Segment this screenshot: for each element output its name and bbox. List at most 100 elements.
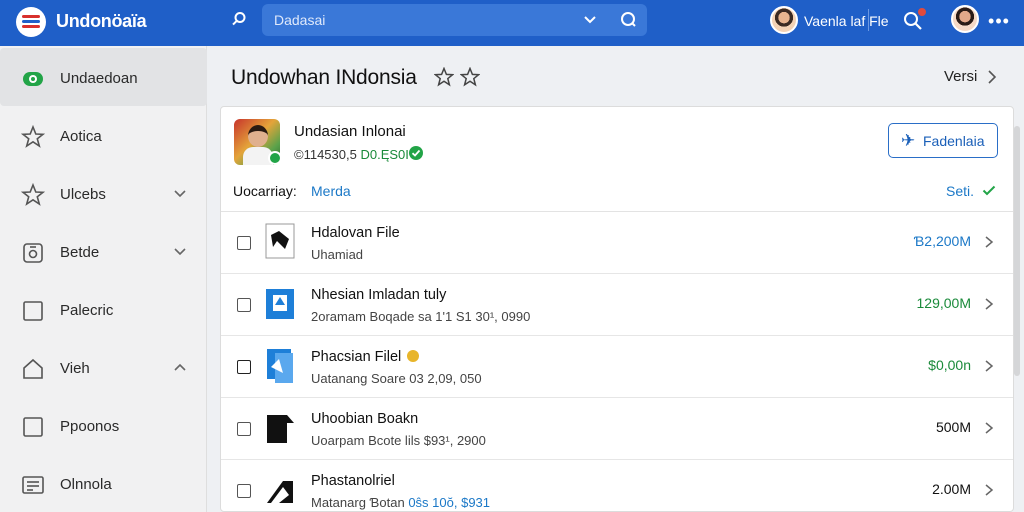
app-meta-prefix: ©114530,5 — [294, 147, 357, 162]
sidebar-item-palecric[interactable]: Palecric — [0, 280, 207, 338]
chevron-up-icon[interactable] — [172, 360, 188, 376]
sidebar-item-label: Vieh — [60, 360, 90, 377]
user-name[interactable]: Vaenla laf Fle — [804, 13, 889, 29]
file-subtitle-text: Matanarg Ɓotan — [311, 495, 405, 510]
page-title: Undowhan INdonsia — [231, 66, 417, 89]
file-row[interactable]: Phastanolriel Matanarg Ɓotan 0ŝs 10ŏ, $9… — [221, 460, 1013, 511]
star-icon — [21, 183, 45, 206]
chevron-right-icon[interactable] — [985, 68, 999, 86]
file-blue-icon — [266, 289, 294, 319]
plus-icon: ✈ — [901, 131, 916, 150]
file-title: Phacsian Filel — [311, 349, 420, 365]
file-subtitle: Matanarg Ɓotan 0ŝs 10ŏ, $931 — [311, 495, 490, 510]
file-size: Ɓ2,200M — [913, 233, 971, 249]
row-checkbox[interactable] — [237, 298, 251, 312]
file-blue-icon — [267, 349, 293, 383]
file-subtitle: Uoarpam Bcote lils $93¹, 2900 — [311, 433, 486, 448]
search-box[interactable] — [262, 4, 869, 36]
sidebar-item-betde[interactable]: Betde — [0, 222, 207, 280]
file-size: $0,00n — [928, 357, 971, 373]
file-black-icon — [265, 223, 295, 259]
sidebar-item-ppoonos[interactable]: Ppoonos — [0, 396, 207, 454]
file-row[interactable]: Hdalovan File Uhamiad Ɓ2,200M — [221, 212, 1013, 274]
chevron-down-icon[interactable] — [172, 186, 188, 202]
file-subtitle: Uatanang Soare 03 2,09, 050 — [311, 371, 482, 386]
app-card: Undasian Inlonai ©114530,5 D0.ĘS0I ✈ Fad… — [220, 106, 1014, 512]
chevron-right-icon[interactable] — [983, 420, 995, 436]
chevron-down-icon[interactable] — [580, 10, 600, 30]
star-icon — [21, 125, 45, 148]
app-meta-value: D0.ĘS0I — [360, 147, 409, 162]
file-row[interactable]: Uhoobian Boakn Uoarpam Bcote lils $93¹, … — [221, 398, 1013, 460]
top-bar: Undonöaïa Vaenla laf Fle ••• — [0, 0, 1024, 46]
sidebar-item-label: Aotica — [60, 128, 102, 145]
version-link[interactable]: Versi — [944, 68, 977, 85]
sidebar-item-label: Ppoonos — [60, 418, 120, 435]
sidebar-item-ulcebs[interactable]: Ulcebs — [0, 164, 207, 222]
sidebar-item-label: Betde — [60, 244, 100, 261]
sidebar-item-vieh[interactable]: Vieh — [0, 338, 207, 396]
row-checkbox[interactable] — [237, 484, 251, 498]
file-title: Phastanolriel — [311, 473, 395, 489]
square-icon — [23, 417, 43, 437]
check-icon[interactable] — [981, 182, 997, 198]
file-size: 129,00M — [916, 295, 971, 311]
file-subtitle: 2oramam Boqade sa 1'1 S1 30¹, 0990 — [311, 309, 531, 324]
category-label: Uocarriay: — [233, 183, 297, 199]
favorite-label: Fadenlaia — [923, 133, 985, 149]
file-subtitle: Uhamiad — [311, 247, 364, 262]
sidebar-item-label: Ulcebs — [60, 186, 106, 203]
more-icon[interactable]: ••• — [988, 10, 1010, 32]
chevron-right-icon[interactable] — [983, 482, 995, 498]
file-title: Nhesian Imladan tuly — [311, 287, 447, 303]
profile-avatar[interactable] — [951, 5, 979, 33]
square-icon — [23, 301, 43, 321]
sidebar-item-label: Palecric — [60, 302, 114, 319]
list-icon — [22, 476, 44, 494]
check-circle-icon — [409, 146, 423, 160]
app-badge-icon — [23, 72, 43, 86]
category-link[interactable]: Merda — [311, 183, 351, 199]
sidebar-item-aotica[interactable]: Aotica — [0, 106, 207, 164]
chevron-right-icon[interactable] — [983, 296, 995, 312]
row-checkbox[interactable] — [237, 422, 251, 436]
avatar[interactable] — [770, 6, 798, 34]
file-title-text: Phacsian Filel — [311, 349, 402, 365]
chevron-right-icon[interactable] — [983, 358, 995, 374]
file-size: 500M — [935, 419, 971, 435]
notification-badge — [916, 6, 928, 18]
verified-badge — [268, 151, 282, 165]
row-checkbox[interactable] — [237, 236, 251, 250]
coin-icon — [407, 350, 420, 362]
sidebar-item-label: Olnnola — [60, 476, 112, 493]
scrollbar[interactable] — [1014, 126, 1020, 376]
app-name: Undasian Inlonai — [294, 123, 406, 140]
file-row[interactable]: Nhesian Imladan tuly 2oramam Boqade sa 1… — [221, 274, 1013, 336]
file-subtitle-highlight: 0ŝs 10ŏ, $931 — [408, 495, 491, 510]
chevron-down-icon[interactable] — [172, 244, 188, 260]
search-input[interactable] — [274, 9, 574, 31]
star-icon[interactable] — [434, 67, 454, 87]
file-size: 2.00M — [932, 481, 971, 497]
star-icon[interactable] — [460, 67, 480, 87]
chevron-right-icon[interactable] — [983, 234, 995, 250]
file-black-icon — [267, 481, 293, 503]
favorite-button[interactable]: ✈ Fadenlaia — [888, 123, 998, 158]
search-icon[interactable] — [228, 11, 250, 33]
file-title: Uhoobian Boakn — [311, 411, 419, 427]
sidebar: Undaedoan Aotica Ulcebs Betde Palecric V… — [0, 46, 207, 512]
app-meta: ©114530,5 D0.ĘS0I — [294, 147, 409, 162]
camera-icon — [23, 243, 43, 263]
file-row[interactable]: Phacsian Filel Uatanang Soare 03 2,09, 0… — [221, 336, 1013, 398]
sidebar-item-undaedoan[interactable]: Undaedoan — [0, 48, 207, 106]
search-go-icon[interactable] — [618, 10, 638, 30]
select-all-link[interactable]: Seti. — [946, 183, 974, 199]
file-title: Hdalovan File — [311, 225, 400, 241]
sidebar-item-label: Undaedoan — [60, 70, 138, 87]
app-logo[interactable] — [16, 7, 46, 37]
app-title: Undonöaïa — [56, 11, 147, 31]
file-black-icon — [267, 415, 294, 443]
home-icon — [23, 358, 43, 379]
row-checkbox[interactable] — [237, 360, 251, 374]
sidebar-item-olnnola[interactable]: Olnnola — [0, 454, 207, 512]
